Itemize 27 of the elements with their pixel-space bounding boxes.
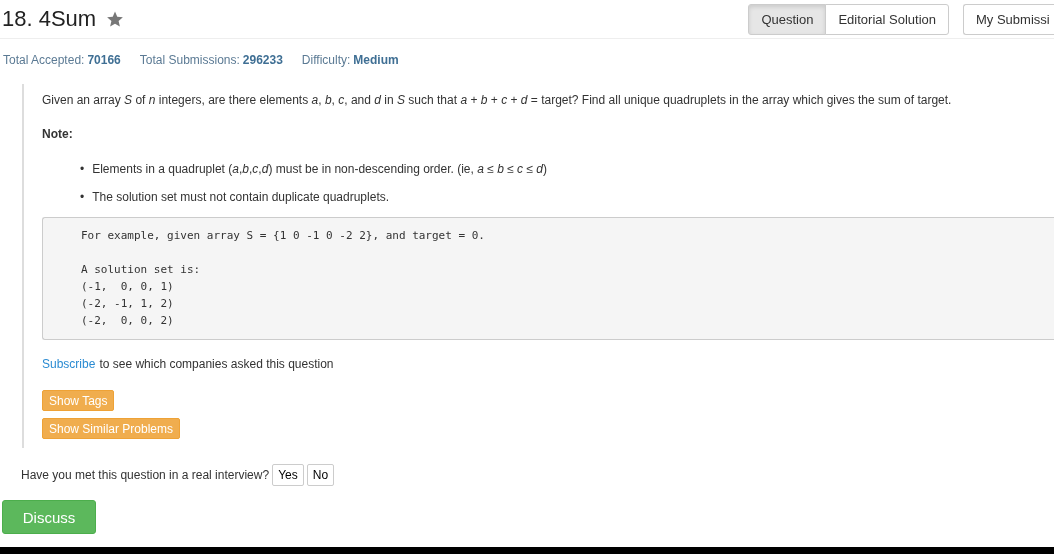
code-line: (-2, 0, 0, 2) [81,313,174,329]
stat-label: Total Submissions: [139,53,240,67]
problem-description: Given an array S of n integers, are there elements a, b, c, and d in S such that a + b + c + d = target? Find all unique quadruplets in the array which gives the sum of target. [42,92,953,108]
problem-title: 18. 4Sum [2,6,97,32]
bullet: • [80,161,85,177]
bullet: • [80,189,85,205]
stat-value: 70166 [87,53,121,67]
tab[interactable]: Editorial Solution [825,3,949,35]
code-line: A solution set is: [81,262,201,278]
tab[interactable]: Question [748,3,827,35]
code-line: (-2, -1, 1, 2) [81,296,174,312]
tab[interactable]: My Submissi [963,3,1054,35]
answer-button[interactable]: Yes [272,464,304,486]
stat-value: Medium [353,53,399,67]
interview-question: Have you met this question in a real interview? [21,468,270,482]
stat-label: Difficulty: [301,53,351,67]
answer-button[interactable]: No [306,464,335,486]
stat-label: Total Accepted: [3,53,85,67]
stat-value: 296233 [242,53,283,67]
note-item: Elements in a quadruplet (a,b,c,d) must be in non-descending order. (ie, a ≤ b ≤ c ≤ d) [92,161,548,177]
star-icon[interactable] [106,10,125,28]
subscribe-text: to see which companies asked this question [99,357,334,371]
code-line: (-1, 0, 0, 1) [81,279,174,295]
subscribe-link[interactable]: Subscribe [42,357,96,371]
code-line: For example, given array S = {1 0 -1 0 -2 2}, and target = 0. [81,228,485,244]
note-heading: Note: [42,127,74,141]
note-item: The solution set must not contain duplicate quadruplets. [92,189,390,205]
